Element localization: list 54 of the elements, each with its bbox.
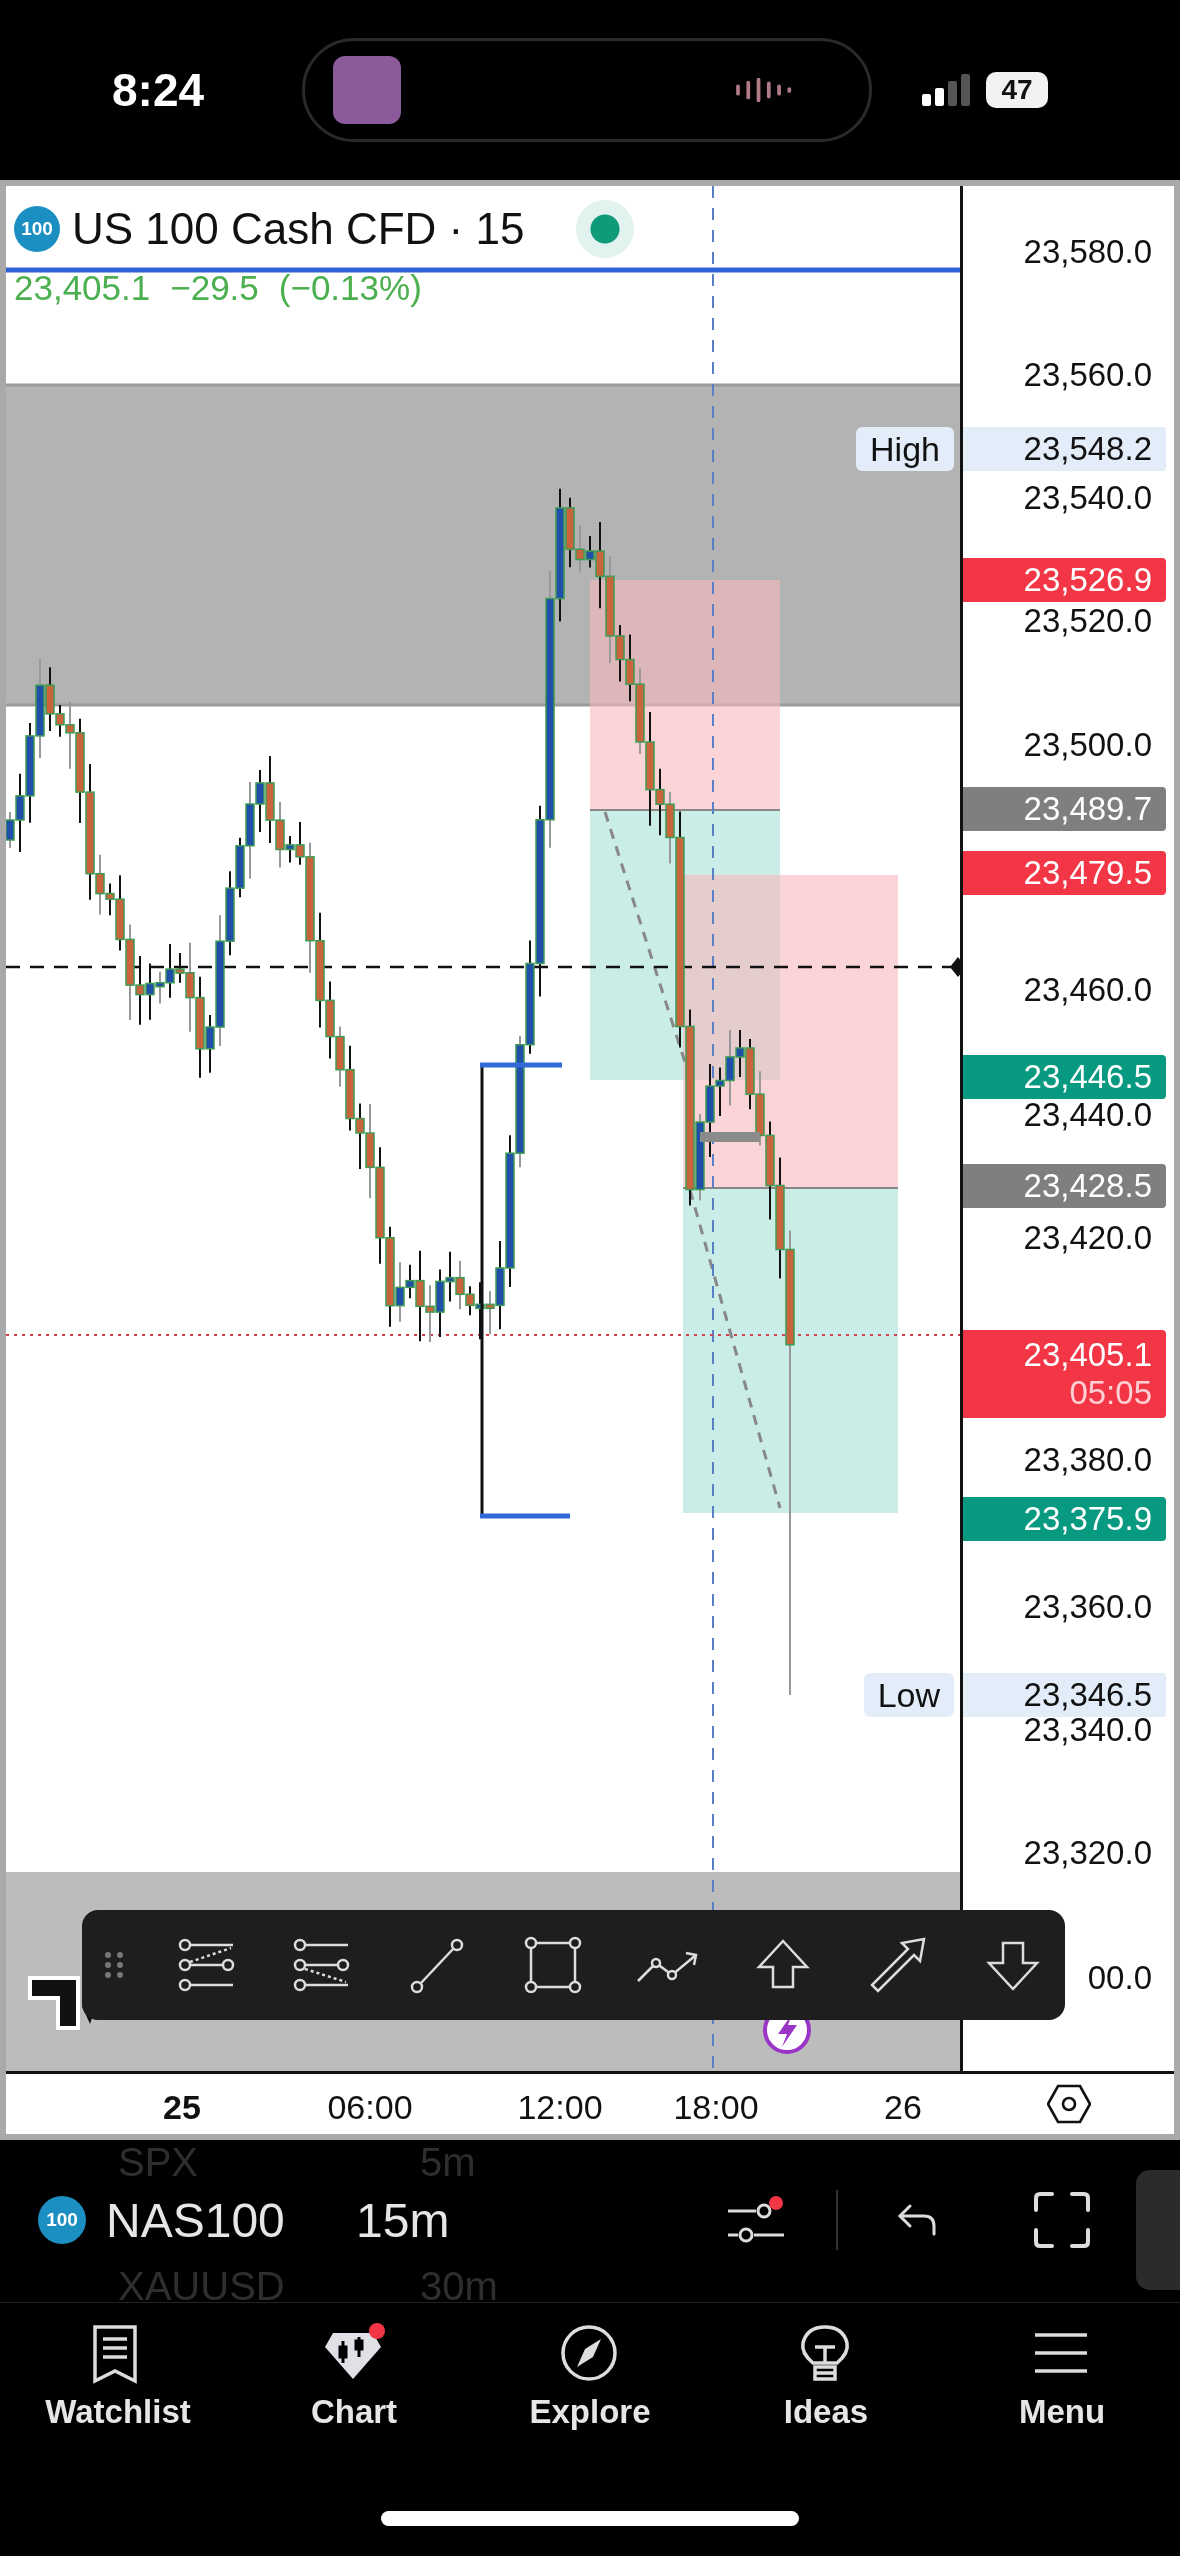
bar-countdown: 05:05 [1069, 1374, 1152, 1412]
price-label: 23,320.0 [1023, 1833, 1153, 1873]
fullscreen-icon[interactable] [1032, 2190, 1092, 2250]
price-value: 23,446.5 [1023, 1058, 1152, 1096]
price-value: 23,405.1 [1023, 1336, 1152, 1374]
symbol-badge: 100 [14, 206, 60, 252]
price-value: 23,548.2 [1023, 430, 1152, 468]
price-value: 23,346.5 [1023, 1676, 1152, 1714]
crosshair-marker-icon [950, 957, 960, 977]
time-label: 25 [162, 2088, 202, 2127]
price-label: 23,580.0 [1023, 232, 1153, 272]
panel-handle[interactable] [1136, 2170, 1180, 2290]
price-label: 23,340.0 [1023, 1711, 1153, 1750]
last-price: 23,405.1 [14, 268, 151, 308]
price-label: 23,380.0 [1023, 1440, 1153, 1480]
symbol-picker[interactable]: NAS100 [106, 2192, 356, 2248]
time-label: 06:00 [326, 2088, 414, 2127]
nav-tab[interactable]: Menu [944, 2323, 1180, 2473]
clock-time: 8:24 [112, 63, 206, 117]
album-art-placeholder [333, 56, 401, 124]
price-change: −29.5 [170, 268, 259, 308]
price-label: 23,440.0 [1023, 1095, 1153, 1135]
time-label: 12:00 [516, 2088, 604, 2127]
price-value: 23,479.5 [1023, 854, 1152, 892]
battery-level: 47 [1001, 74, 1033, 106]
price-label: 00.0 [1087, 1958, 1153, 1998]
price-value: 23,489.7 [1023, 790, 1152, 828]
interval-picker[interactable]: 15m [356, 2192, 450, 2248]
price-change-percent: (−0.13%) [278, 268, 422, 308]
signal-icon [922, 74, 972, 106]
symbol-badge: 100 [38, 2196, 86, 2244]
highlight-bar [700, 1132, 760, 1142]
nav-tab[interactable]: Watchlist [0, 2323, 236, 2473]
price-label: 23,560.0 [1023, 355, 1153, 395]
price-marker-label: Low [863, 1673, 954, 1717]
settings-icon[interactable] [1046, 2084, 1091, 2124]
price-marker-label: High [856, 427, 954, 471]
price-label: 23,420.0 [1023, 1218, 1153, 1258]
price-label: 23,360.0 [1023, 1587, 1153, 1627]
price-label: 23,540.0 [1023, 478, 1153, 518]
price-value: 23,375.9 [1023, 1500, 1152, 1538]
time-label: 18:00 [672, 2088, 760, 2127]
time-label: 26 [883, 2088, 923, 2127]
price-label: 23,520.0 [1023, 601, 1153, 641]
price-value: 23,526.9 [1023, 561, 1152, 599]
nav-tab[interactable]: Ideas [708, 2323, 944, 2473]
price-label: 23,460.0 [1023, 970, 1153, 1010]
symbol-title: US 100 Cash CFD · 15 [72, 204, 525, 254]
price-value: 23,428.5 [1023, 1167, 1152, 1205]
nav-tab[interactable]: Chart [236, 2323, 472, 2473]
drag-handle-icon [104, 1951, 124, 1979]
nav-tab[interactable]: Explore [472, 2323, 708, 2473]
chart-settings-icon[interactable] [726, 2195, 786, 2245]
price-label: 23,500.0 [1023, 725, 1153, 765]
